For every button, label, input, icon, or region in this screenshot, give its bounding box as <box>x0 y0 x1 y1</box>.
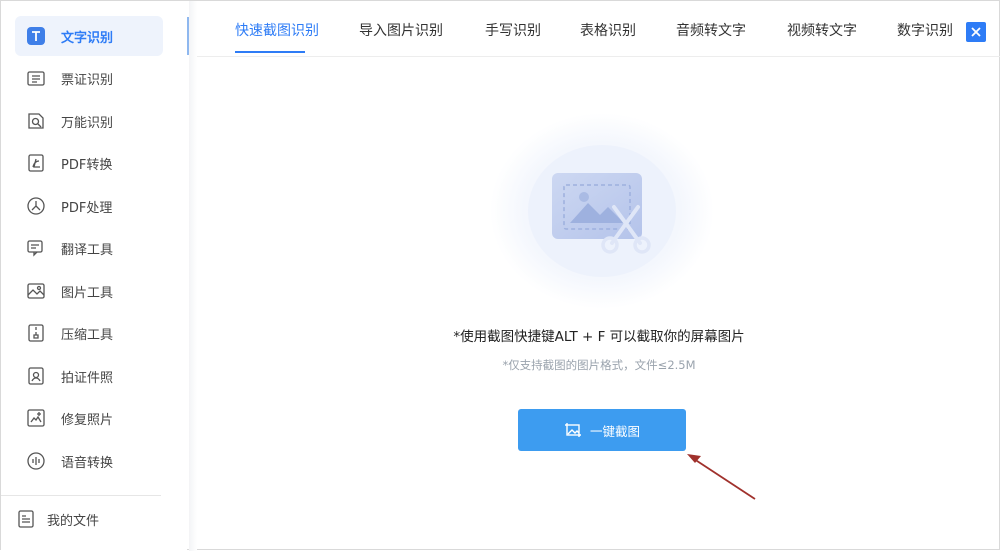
shortcut-hint: *使用截图快捷键ALT + F 可以截取你的屏幕图片 <box>453 329 745 345</box>
ticket-recognition-icon <box>25 67 47 89</box>
sidebar-item-ticket-recognition[interactable]: 票证识别 <box>15 58 163 98</box>
voice-convert-icon <box>25 450 47 472</box>
sidebar-divider <box>1 495 161 496</box>
tab-number-recognition[interactable]: 数字识别 <box>897 20 953 40</box>
sidebar-item-pdf-process[interactable]: PDF处理 <box>15 186 163 226</box>
sidebar-item-label: 万能识别 <box>61 115 114 131</box>
my-files-icon <box>15 508 37 530</box>
repair-photo-icon <box>25 407 47 429</box>
capture-button-label: 一键截图 <box>589 423 640 439</box>
sidebar-item-label: 压缩工具 <box>61 327 114 343</box>
pdf-convert-icon <box>25 152 47 174</box>
sidebar-item-translate[interactable]: 翻译工具 <box>15 228 163 268</box>
sidebar-item-voice-convert[interactable]: 语音转换 <box>15 441 163 481</box>
image-tools-icon <box>25 280 47 302</box>
sidebar-item-repair-photo[interactable]: 修复照片 <box>15 398 163 438</box>
sidebar-item-label: 拍证件照 <box>61 370 114 386</box>
sidebar-item-label: 修复照片 <box>61 412 114 428</box>
sidebar-item-text-recognition[interactable]: 文字识别 <box>15 16 163 56</box>
id-photo-icon <box>25 365 47 387</box>
sidebar-item-label: 我的文件 <box>47 513 100 529</box>
tab-import-image[interactable]: 导入图片识别 <box>359 20 443 40</box>
tab-audio-to-text[interactable]: 音频转文字 <box>676 20 746 40</box>
sidebar-item-label: PDF处理 <box>61 200 113 216</box>
sidebar-item-pdf-convert[interactable]: PDF转换 <box>15 143 163 183</box>
sidebar-item-my-files[interactable]: 我的文件 <box>5 499 153 539</box>
capture-button[interactable]: 一键截图 <box>518 409 686 451</box>
active-tab-underline <box>235 51 305 53</box>
sidebar-item-id-photo[interactable]: 拍证件照 <box>15 356 163 396</box>
universal-recognition-icon <box>25 110 47 132</box>
panel-divider <box>189 1 197 551</box>
tab-handwriting[interactable]: 手写识别 <box>485 20 541 40</box>
sidebar-item-label: PDF转换 <box>61 157 113 173</box>
sidebar-item-compress[interactable]: 压缩工具 <box>15 313 163 353</box>
sidebar: 文字识别 票证识别 万能识别 PDF转换 PDF处理 翻译工具 图片工具 压缩工… <box>1 1 187 551</box>
tab-table[interactable]: 表格识别 <box>580 20 636 40</box>
pdf-process-icon <box>25 195 47 217</box>
sidebar-item-label: 文字识别 <box>61 30 114 46</box>
text-recognition-icon <box>25 25 47 47</box>
tab-bar: 快速截图识别 导入图片识别 手写识别 表格识别 音频转文字 视频转文字 数字识别 <box>197 1 1000 57</box>
close-icon <box>971 27 981 37</box>
sidebar-item-image-tools[interactable]: 图片工具 <box>15 271 163 311</box>
close-button[interactable] <box>966 22 986 42</box>
screenshot-illustration <box>488 111 716 311</box>
sidebar-item-label: 翻译工具 <box>61 242 114 258</box>
compress-icon <box>25 322 47 344</box>
app-window: 文字识别 票证识别 万能识别 PDF转换 PDF处理 翻译工具 图片工具 压缩工… <box>0 0 1000 551</box>
sidebar-item-label: 图片工具 <box>61 285 114 301</box>
tab-video-to-text[interactable]: 视频转文字 <box>787 20 857 40</box>
sidebar-item-label: 票证识别 <box>61 72 114 88</box>
screenshot-icon <box>564 423 581 437</box>
sidebar-item-universal-recognition[interactable]: 万能识别 <box>15 101 163 141</box>
format-hint: *仅支持截图的图片格式，文件≤2.5M <box>502 358 696 372</box>
annotation-arrow <box>687 454 756 500</box>
translate-icon <box>25 237 47 259</box>
sidebar-item-label: 语音转换 <box>61 455 114 471</box>
tab-quick-screenshot[interactable]: 快速截图识别 <box>235 20 319 40</box>
